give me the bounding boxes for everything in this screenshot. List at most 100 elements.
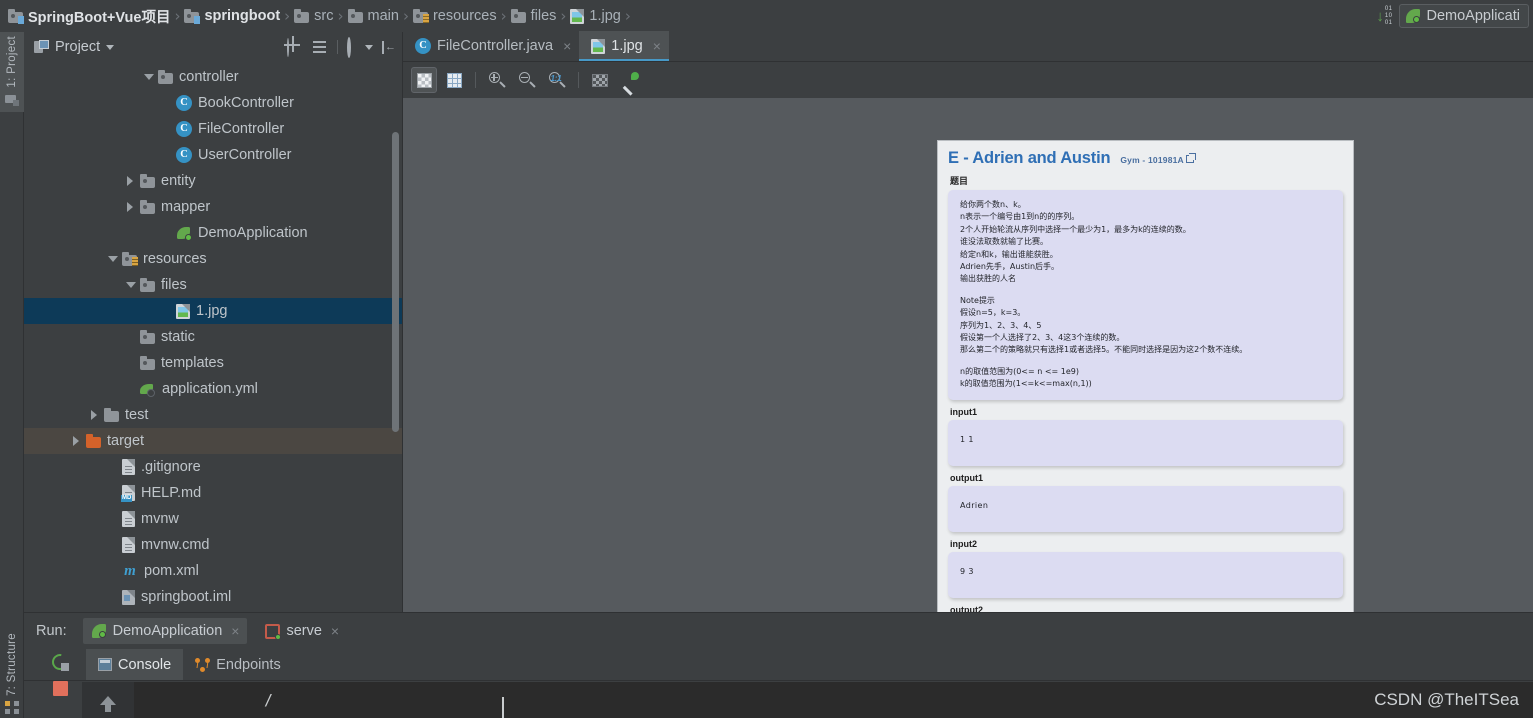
tree-node-entity[interactable]: entity [24,168,402,194]
toolbar-divider [337,40,338,54]
settings-gear-icon[interactable] [347,37,373,58]
breadcrumb-item-image[interactable]: 1.jpg [570,0,621,32]
collapse-arrow-icon[interactable] [70,434,84,448]
breadcrumb-item-resources[interactable]: resources [412,0,497,32]
breadcrumb-item-springboot[interactable]: springboot [184,0,280,32]
breadcrumb-item-main[interactable]: main [347,0,399,32]
resources-folder-icon [122,252,138,266]
project-view-selector[interactable]: Project [34,39,115,55]
close-icon[interactable]: × [231,623,239,639]
tree-node-mvnw[interactable]: mvnw [24,506,402,532]
hide-panel-icon[interactable]: ← [382,40,396,54]
endpoints-icon [195,657,211,672]
console-output[interactable]: / [82,682,1533,718]
breadcrumb-item-files[interactable]: files [510,0,556,32]
sample-value: Adrien [960,500,989,510]
resources-folder-icon [412,9,429,23]
editor-tab-bar: C FileController.java × 1.jpg × [403,31,1533,62]
tree-node-templates[interactable]: templates [24,350,402,376]
tree-node-springboot-iml[interactable]: springboot.iml [24,584,402,610]
image-file-icon [570,8,585,24]
tree-node-label: test [125,407,149,423]
tree-node-bookcontroller[interactable]: C BookController [24,90,402,116]
run-tab-demoapplication[interactable]: DemoApplication × [82,618,248,644]
tree-node--gitignore[interactable]: .gitignore [24,454,402,480]
tree-node-pom-xml[interactable]: m pom.xml [24,558,402,584]
collapse-all-icon[interactable] [312,39,328,55]
image-canvas[interactable]: E - Adrien and Austin Gym - 101981A 题目 给… [403,98,1533,612]
color-picker-button[interactable] [617,67,643,96]
tree-node-help-md[interactable]: MD HELP.md [24,480,402,506]
breadcrumb-separator: › [284,7,291,25]
editor-tab-filecontroller[interactable]: C FileController.java × [403,31,579,61]
toggle-transparency-chessboard-button[interactable] [411,67,437,93]
tree-node-resources[interactable]: resources [24,246,402,272]
update-download-icon[interactable]: ↓ 01 10 01 [1376,6,1392,26]
tree-node-usercontroller[interactable]: C UserController [24,142,402,168]
tab-endpoints[interactable]: Endpoints [183,649,293,680]
sample-input-1: 1 1 [948,419,1343,466]
tool-button-project[interactable]: 1: Project [0,32,24,112]
toggle-background-button[interactable] [587,67,613,93]
module-folder-icon [8,9,24,24]
toggle-grid-button[interactable] [441,67,467,93]
scroll-up-icon[interactable] [100,695,116,712]
close-icon[interactable]: × [331,623,339,639]
close-icon[interactable]: × [563,38,571,54]
tree-node-label: HELP.md [141,485,202,501]
project-tree-scrollbar[interactable] [392,132,399,432]
run-side-toolbar [38,649,82,718]
tree-node-1-jpg[interactable]: 1.jpg [24,298,402,324]
zoom-out-button[interactable] [514,67,540,93]
expand-arrow-icon[interactable] [106,252,120,266]
tree-node-label: target [107,433,145,449]
rerun-button[interactable] [48,650,72,674]
collapse-arrow-icon[interactable] [124,200,138,214]
actual-size-icon: 1:1 [549,72,566,88]
tree-node-filecontroller[interactable]: C FileController [24,116,402,142]
tree-node-test[interactable]: test [24,402,402,428]
editor-tab-image[interactable]: 1.jpg × [579,31,669,61]
project-panel-header: Project ← [24,32,402,62]
close-icon[interactable]: × [653,38,661,54]
chevron-down-icon[interactable] [106,44,115,50]
tree-node-application-yml[interactable]: application.yml [24,376,402,402]
tree-node-files[interactable]: files [24,272,402,298]
tree-node-mapper[interactable]: mapper [24,194,402,220]
locate-icon[interactable] [287,38,303,57]
project-tree[interactable]: controller C BookController C FileController… [24,62,402,612]
tree-node-controller[interactable]: controller [24,64,402,90]
sub-tab-label: Endpoints [216,656,281,673]
actual-size-button[interactable]: 1:1 [544,67,570,93]
run-tab-bar: Run: DemoApplication × serve × [24,613,1533,649]
spring-boot-icon [1405,8,1421,24]
tree-node-mvnw-cmd[interactable]: mvnw.cmd [24,532,402,558]
folder-icon [510,9,526,23]
folder-icon [104,408,119,422]
expand-arrow-icon[interactable] [124,278,138,292]
stop-button[interactable] [52,681,68,696]
tool-button-structure[interactable]: 7: Structure [0,633,24,714]
image-file-icon [591,38,606,54]
breadcrumb-item-project[interactable]: SpringBoot+Vue项目 [8,0,170,32]
tab-console[interactable]: Console [86,649,184,680]
tree-node-target[interactable]: target [24,428,402,454]
collapse-arrow-icon[interactable] [88,408,102,422]
tree-node-demoapplication[interactable]: DemoApplication [24,220,402,246]
project-panel-title: Project [55,39,101,55]
breadcrumb-label: 1.jpg [589,8,621,24]
tree-node-static[interactable]: static [24,324,402,350]
tree-node-label: pom.xml [144,563,199,579]
expand-arrow-icon[interactable] [142,70,156,84]
zoom-in-button[interactable] [484,67,510,93]
problem-text-line: n的取值范围为(0<= n <= 1e9) [960,366,1080,376]
tree-node-label: files [161,277,187,293]
breadcrumb-item-src[interactable]: src [294,0,334,32]
problem-text-line: n表示一个编号由1到n的的序列。 [960,212,1080,222]
run-tab-serve[interactable]: serve × [257,618,347,644]
run-configuration-selector[interactable]: DemoApplicati [1398,4,1529,28]
collapse-arrow-icon[interactable] [124,174,138,188]
tree-node-label: mvnw [141,511,179,527]
text-file-icon [122,511,135,527]
class-icon: C [176,147,192,163]
